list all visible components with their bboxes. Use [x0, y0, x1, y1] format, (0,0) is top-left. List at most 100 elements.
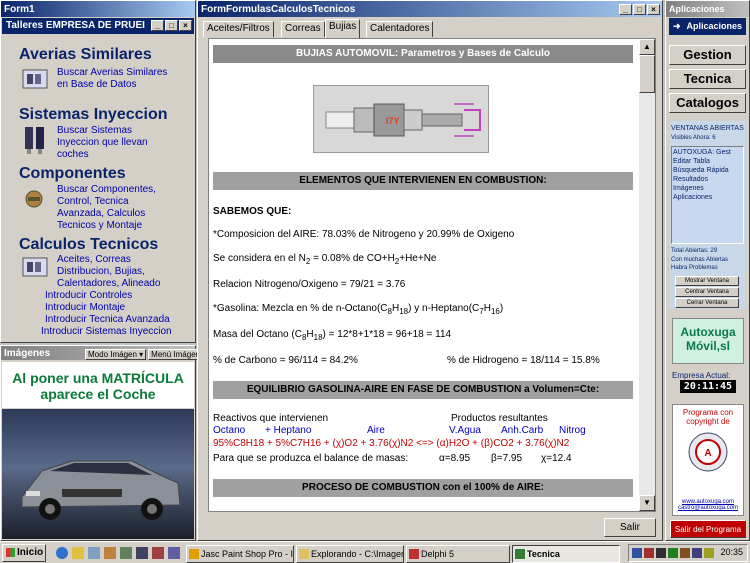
imagenes-title: Imágenes: [4, 347, 51, 359]
scroll-thumb[interactable]: [639, 55, 655, 93]
form1-panel: Averias Similares Buscar Averias Similar…: [5, 38, 191, 340]
svg-text:A: A: [704, 448, 711, 459]
open-item[interactable]: Búsqueda Rápida: [673, 166, 742, 175]
introducir-montaje-link[interactable]: Introducir Montaje: [45, 302, 125, 314]
menu-imagen-button[interactable]: Menú Imágen ▾: [148, 349, 210, 360]
start-button[interactable]: Inicio: [2, 544, 46, 562]
copyright-box: Programa con copyright de A www.autoxuga…: [672, 404, 744, 516]
beta-value: β=7.95: [491, 453, 523, 464]
imagenes-titlebar[interactable]: Imágenes Modo Imágen ▾ Menú Imágen ▾: [1, 346, 210, 360]
main-window: FormFormulasCalculosTecnicos _ □ × Aceit…: [197, 0, 663, 541]
app-icon-2[interactable]: [120, 547, 132, 559]
tray-icon-7[interactable]: [704, 548, 714, 558]
open-item[interactable]: Editar Tabla: [673, 157, 742, 166]
modo-imagen-button[interactable]: Modo Imágen ▾: [85, 349, 147, 360]
componentes-link-1[interactable]: Buscar Componentes,: [57, 184, 156, 196]
tray-icon-2[interactable]: [644, 548, 654, 558]
sistemas-link-3[interactable]: coches: [57, 149, 89, 161]
centrar-ventana-button[interactable]: Centrar Ventana: [675, 287, 739, 297]
task-paintshop[interactable]: Jasc Paint Shop Pro - I...: [186, 545, 294, 563]
task-explorando[interactable]: Explorando - C:\Imagen...: [296, 545, 404, 563]
masa-h: H: [306, 329, 314, 340]
calculos-link-2[interactable]: Distribucion, Bujias,: [57, 266, 145, 278]
tab-calentadores[interactable]: Calentadores: [366, 21, 434, 37]
tray-icon-3[interactable]: [656, 548, 666, 558]
open-item[interactable]: Imágenes: [673, 184, 742, 193]
componentes-link-2[interactable]: Control, Tecnica: [57, 196, 129, 208]
heading-averias[interactable]: Averias Similares: [19, 46, 152, 64]
open-item[interactable]: Resultados: [673, 175, 742, 184]
tray-icon-1[interactable]: [632, 548, 642, 558]
delphi-icon: [409, 549, 419, 559]
app-icon-1[interactable]: [104, 547, 116, 559]
main-titlebar[interactable]: FormFormulasCalculosTecnicos _ □ ×: [198, 1, 662, 17]
line-masa: Masa del Octano (C8H18) = 12*8+1*18 = 96…: [213, 329, 451, 342]
task-tecnica[interactable]: Tecnica: [512, 545, 620, 563]
open-item[interactable]: Aplicaciones: [673, 193, 742, 202]
tab-correas[interactable]: Correas: [281, 21, 325, 37]
averias-link-1[interactable]: Buscar Averias Similares: [57, 67, 167, 79]
desktop-icon[interactable]: [88, 547, 100, 559]
aplicaciones-top-button[interactable]: ➜ Aplicaciones: [669, 18, 746, 35]
mostrar-ventana-button[interactable]: Mostrar Ventana: [675, 276, 739, 286]
tray-clock[interactable]: 20:35: [720, 547, 743, 557]
heading-calculos[interactable]: Calculos Tecnicos: [19, 236, 158, 254]
minimize-button[interactable]: _: [151, 20, 164, 31]
app-icon-5[interactable]: [168, 547, 180, 559]
salir-programa-button[interactable]: Salir del Programa: [670, 520, 746, 538]
warn-line-1: Con muchas Abiertas: [671, 257, 729, 263]
componentes-link-4[interactable]: Tecnicos y Montaje: [57, 220, 142, 232]
tray-icon-6[interactable]: [692, 548, 702, 558]
n2-part-a: Se considera en el N: [213, 253, 306, 264]
task-delphi[interactable]: Delphi 5: [406, 545, 510, 563]
introducir-tecnica-link[interactable]: Introducir Tecnica Avanzada: [45, 314, 170, 326]
tab-aceites[interactable]: Aceites/Filtros: [203, 21, 274, 37]
introducir-controles-link[interactable]: Introducir Controles: [45, 290, 132, 302]
outlook-icon[interactable]: [72, 547, 84, 559]
line-ratio: Relacion Nitrogeno/Oxigeno = 79/21 = 3.7…: [213, 279, 406, 290]
gestion-button[interactable]: Gestion: [669, 45, 746, 65]
scroll-down-button[interactable]: ▼: [639, 495, 655, 511]
tab-bujias[interactable]: Bujias: [325, 19, 361, 38]
close-button[interactable]: ×: [179, 20, 192, 31]
folder-icon: [299, 549, 309, 559]
brand-box: Autoxuga Móvil,sl: [672, 318, 744, 364]
gas-part-b: ) y n-Heptano(C: [408, 303, 480, 314]
main-minimize-button[interactable]: _: [619, 3, 632, 15]
app-icon-3[interactable]: [136, 547, 148, 559]
tecnica-button[interactable]: Tecnica: [669, 69, 746, 89]
componentes-link-3[interactable]: Avanzada, Calculos: [57, 208, 145, 220]
masa-part-b: ) = 12*8+1*18 = 96+18 = 114: [322, 329, 452, 340]
app-icon-4[interactable]: [152, 547, 164, 559]
tray-icon-5[interactable]: [680, 548, 690, 558]
calculos-link-3[interactable]: Calentadores, Alineado: [57, 278, 160, 290]
sistemas-link-2[interactable]: Inyeccion que llevan: [57, 137, 148, 149]
h16-sub: 16: [490, 307, 500, 316]
averias-link-2[interactable]: en Base de Datos: [57, 79, 137, 91]
open-windows-list[interactable]: AUTOXUGA: Gest Editar Tabla Búsqueda Ráp…: [671, 146, 744, 244]
salir-button[interactable]: Salir: [604, 518, 656, 537]
catalogos-button[interactable]: Catalogos: [669, 93, 746, 113]
ie-icon[interactable]: [56, 547, 68, 559]
calculos-link-1[interactable]: Aceites, Correas: [57, 254, 131, 266]
sistemas-link-1[interactable]: Buscar Sistemas: [57, 125, 132, 137]
alpha-value: α=8.95: [439, 453, 471, 464]
open-item[interactable]: AUTOXUGA: Gest: [673, 148, 742, 157]
sabemos-que: SABEMOS QUE:: [213, 206, 292, 217]
heading-componentes[interactable]: Componentes: [19, 165, 126, 183]
aplicaciones-titlebar[interactable]: Aplicaciones: [666, 1, 749, 17]
scroll-up-button[interactable]: ▲: [639, 39, 655, 55]
url-2[interactable]: castro@autoxuga.com: [673, 505, 743, 511]
doc-scrollbar[interactable]: ▲ ▼: [639, 39, 655, 511]
heading-sistemas[interactable]: Sistemas Inyeccion: [19, 106, 168, 124]
cerrar-ventana-button[interactable]: Cerrar Ventana: [675, 298, 739, 308]
p-nitrog: Nitrog: [559, 425, 586, 436]
main-close-button[interactable]: ×: [647, 3, 660, 15]
form1-titlebar[interactable]: Form1: [1, 1, 195, 17]
introducir-sistemas-link[interactable]: Introducir Sistemas Inyeccion: [41, 326, 172, 338]
tray-icon-4[interactable]: [668, 548, 678, 558]
spark-plug-icon: I7Y: [325, 103, 481, 137]
main-maximize-button[interactable]: □: [633, 3, 646, 15]
tecnica-icon: [515, 549, 525, 559]
maximize-button[interactable]: □: [165, 20, 178, 31]
